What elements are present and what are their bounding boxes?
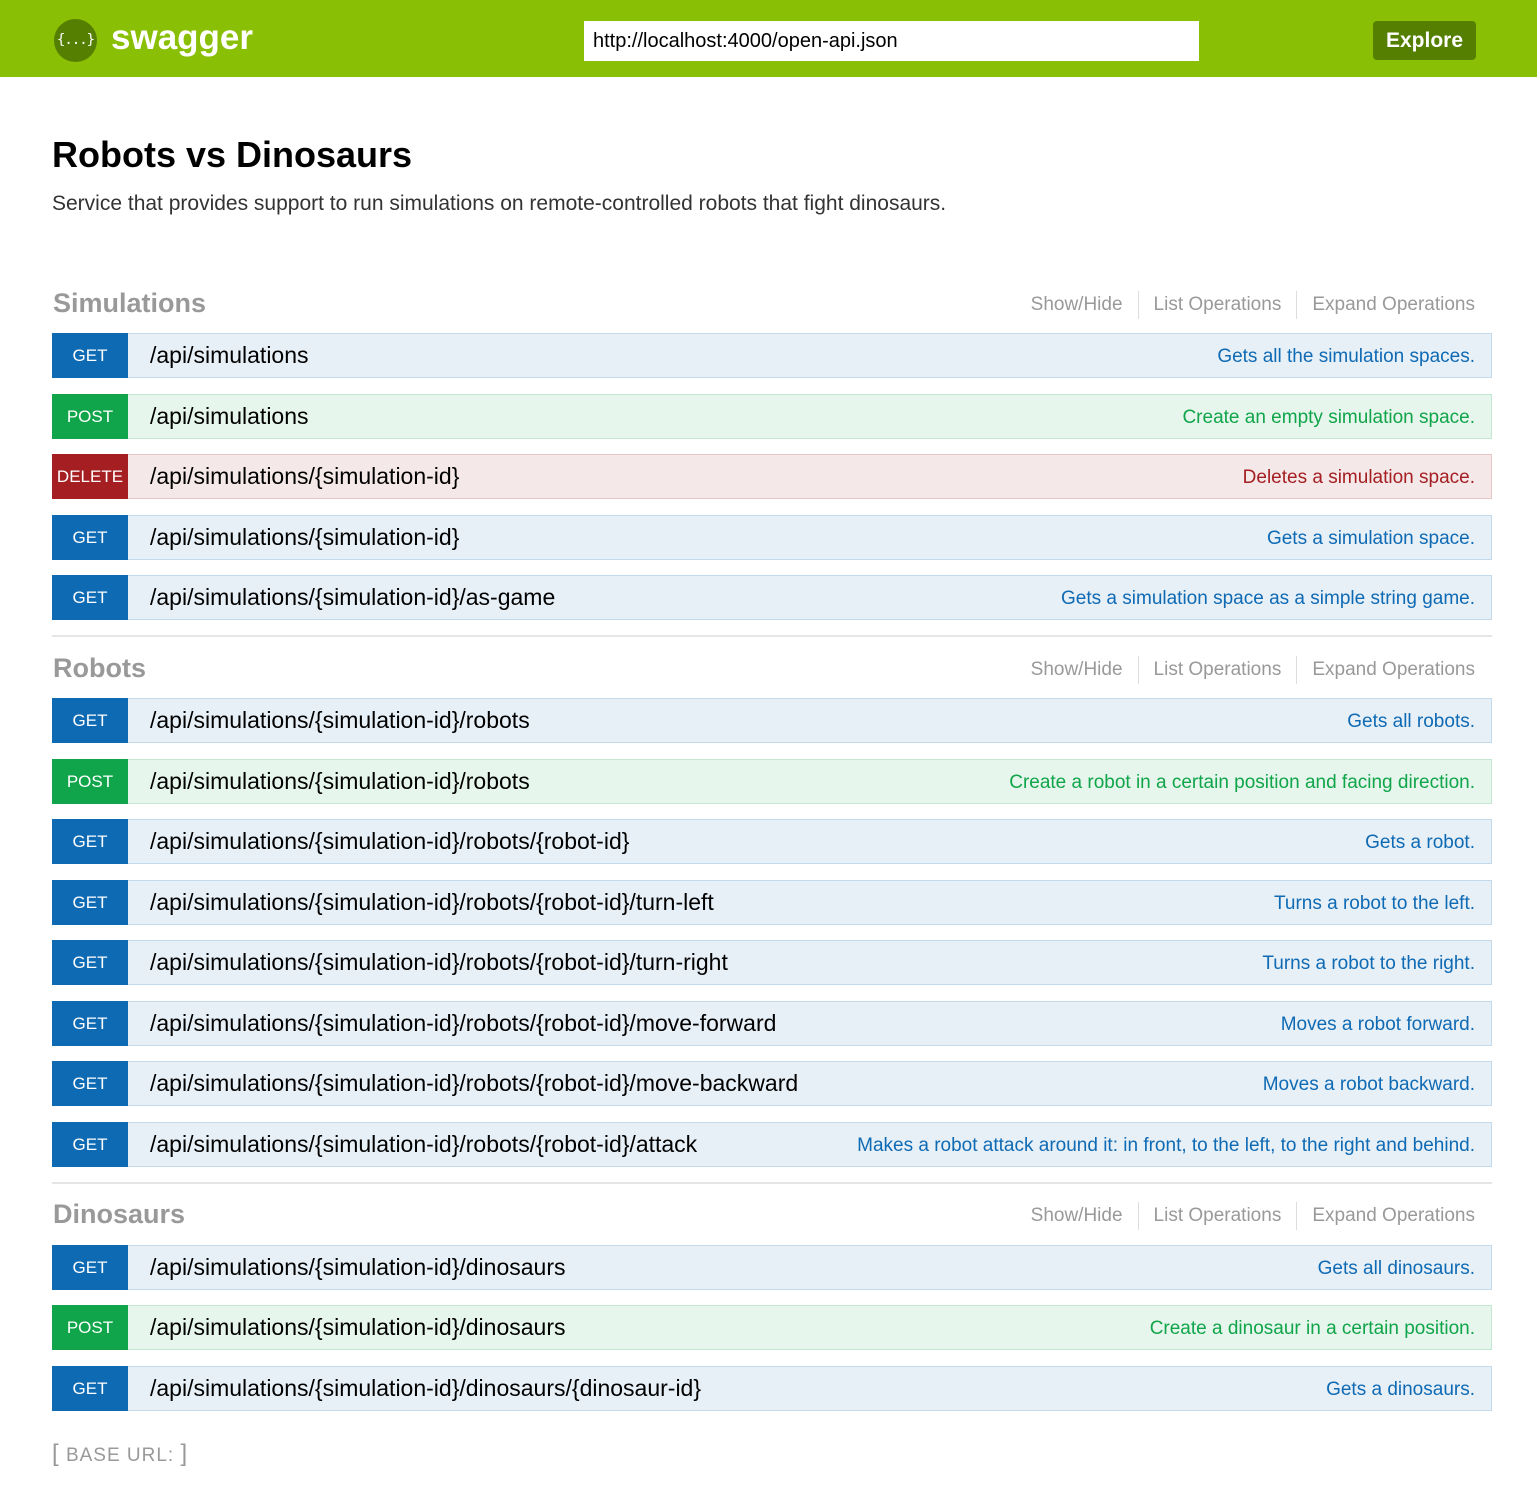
operation-summary[interactable]: Gets a simulation space as a simple stri…: [1061, 576, 1475, 621]
link-divider: [1137, 1202, 1139, 1230]
operation-row[interactable]: DELETE /api/simulations/{simulation-id} …: [52, 454, 1492, 499]
show-hide-link[interactable]: Show/Hide: [1031, 656, 1123, 684]
method-badge[interactable]: GET: [52, 1061, 128, 1106]
expand-operations-link[interactable]: Expand Operations: [1312, 1202, 1475, 1230]
operation-path[interactable]: /api/simulations/{simulation-id}/as-game: [150, 576, 555, 618]
method-badge[interactable]: GET: [52, 1001, 128, 1046]
expand-operations-link[interactable]: Expand Operations: [1312, 291, 1475, 319]
operation-row[interactable]: GET /api/simulations/{simulation-id} Get…: [52, 515, 1492, 560]
operation-path[interactable]: /api/simulations/{simulation-id}/robots/…: [150, 1123, 697, 1165]
operation-row[interactable]: POST /api/simulations Create an empty si…: [52, 394, 1492, 439]
link-divider: [1296, 291, 1298, 319]
resource-links: Show/Hide List Operations Expand Operati…: [1031, 656, 1475, 684]
operation-path[interactable]: /api/simulations: [150, 334, 309, 376]
api-url-input[interactable]: [584, 21, 1199, 61]
operation-path[interactable]: /api/simulations/{simulation-id}: [150, 455, 459, 497]
operation-summary[interactable]: Gets a simulation space.: [1267, 516, 1475, 561]
resource-links: Show/Hide List Operations Expand Operati…: [1031, 1202, 1475, 1230]
operation-summary[interactable]: Gets a dinosaurs.: [1326, 1367, 1475, 1412]
show-hide-link[interactable]: Show/Hide: [1031, 1202, 1123, 1230]
link-divider: [1296, 1202, 1298, 1230]
expand-operations-link[interactable]: Expand Operations: [1312, 656, 1475, 684]
open-bracket: [: [52, 1440, 60, 1467]
resource-divider: [52, 635, 1492, 637]
base-url-label: BASE URL:: [65, 1445, 175, 1466]
operation-summary[interactable]: Create an empty simulation space.: [1182, 395, 1475, 440]
operation-row[interactable]: GET /api/simulations/{simulation-id}/rob…: [52, 940, 1492, 985]
api-description: Service that provides support to run sim…: [52, 192, 947, 215]
link-divider: [1137, 291, 1139, 319]
operation-summary[interactable]: Gets all dinosaurs.: [1318, 1246, 1475, 1291]
method-badge[interactable]: DELETE: [52, 454, 128, 499]
method-badge[interactable]: GET: [52, 698, 128, 743]
operation-summary[interactable]: Create a dinosaur in a certain position.: [1150, 1306, 1475, 1351]
operation-row[interactable]: GET /api/simulations/{simulation-id}/rob…: [52, 819, 1492, 864]
operation-path[interactable]: /api/simulations/{simulation-id}/dinosau…: [150, 1367, 701, 1409]
method-badge[interactable]: GET: [52, 940, 128, 985]
operation-row[interactable]: GET /api/simulations Gets all the simula…: [52, 333, 1492, 378]
list-operations-link[interactable]: List Operations: [1154, 291, 1282, 319]
operation-row[interactable]: GET /api/simulations/{simulation-id}/rob…: [52, 1061, 1492, 1106]
top-bar: {...} swagger Explore: [0, 0, 1537, 77]
show-hide-link[interactable]: Show/Hide: [1031, 291, 1123, 319]
list-operations-link[interactable]: List Operations: [1154, 1202, 1282, 1230]
operation-row[interactable]: GET /api/simulations/{simulation-id}/rob…: [52, 880, 1492, 925]
operation-summary[interactable]: Moves a robot backward.: [1263, 1062, 1475, 1107]
resource-name[interactable]: Robots: [53, 650, 146, 686]
method-badge[interactable]: POST: [52, 394, 128, 439]
operation-path[interactable]: /api/simulations/{simulation-id}/robots/…: [150, 1002, 776, 1044]
operation-path[interactable]: /api/simulations/{simulation-id}/robots: [150, 699, 530, 741]
operation-path[interactable]: /api/simulations/{simulation-id}/robots/…: [150, 881, 714, 923]
swagger-logo-icon: {...}: [54, 19, 97, 62]
list-operations-link[interactable]: List Operations: [1154, 656, 1282, 684]
method-badge[interactable]: POST: [52, 1305, 128, 1350]
operation-path[interactable]: /api/simulations: [150, 395, 309, 437]
method-badge[interactable]: POST: [52, 759, 128, 804]
close-bracket: ]: [180, 1440, 189, 1467]
swagger-logo-text: swagger: [111, 18, 253, 57]
operation-summary[interactable]: Makes a robot attack around it: in front…: [857, 1123, 1475, 1168]
method-badge[interactable]: GET: [52, 880, 128, 925]
link-divider: [1296, 656, 1298, 684]
method-badge[interactable]: GET: [52, 1245, 128, 1290]
operation-summary[interactable]: Gets all robots.: [1347, 699, 1475, 744]
operation-row[interactable]: GET /api/simulations/{simulation-id}/din…: [52, 1366, 1492, 1411]
operation-row[interactable]: POST /api/simulations/{simulation-id}/ro…: [52, 759, 1492, 804]
resource-name[interactable]: Dinosaurs: [53, 1196, 185, 1232]
operation-row[interactable]: GET /api/simulations/{simulation-id}/rob…: [52, 1122, 1492, 1167]
explore-button[interactable]: Explore: [1373, 21, 1476, 60]
method-badge[interactable]: GET: [52, 1122, 128, 1167]
operation-row[interactable]: POST /api/simulations/{simulation-id}/di…: [52, 1305, 1492, 1350]
operation-path[interactable]: /api/simulations/{simulation-id}: [150, 516, 459, 558]
operation-summary[interactable]: Create a robot in a certain position and…: [1009, 760, 1475, 805]
operation-path[interactable]: /api/simulations/{simulation-id}/robots/…: [150, 941, 728, 983]
operation-row[interactable]: GET /api/simulations/{simulation-id}/as-…: [52, 575, 1492, 620]
method-badge[interactable]: GET: [52, 819, 128, 864]
operation-summary[interactable]: Turns a robot to the right.: [1262, 941, 1475, 986]
operation-path[interactable]: /api/simulations/{simulation-id}/robots/…: [150, 1062, 798, 1104]
link-divider: [1137, 656, 1139, 684]
api-title: Robots vs Dinosaurs: [52, 134, 413, 175]
resource-links: Show/Hide List Operations Expand Operati…: [1031, 291, 1475, 319]
operation-path[interactable]: /api/simulations/{simulation-id}/dinosau…: [150, 1306, 566, 1348]
operation-row[interactable]: GET /api/simulations/{simulation-id}/din…: [52, 1245, 1492, 1290]
operation-row[interactable]: GET /api/simulations/{simulation-id}/rob…: [52, 698, 1492, 743]
operation-summary[interactable]: Deletes a simulation space.: [1243, 455, 1475, 500]
operation-summary[interactable]: Gets all the simulation spaces.: [1217, 334, 1475, 379]
base-url-footer: [ BASE URL: ]: [52, 1440, 188, 1470]
resource-name[interactable]: Simulations: [53, 285, 206, 321]
method-badge[interactable]: GET: [52, 575, 128, 620]
operation-row[interactable]: GET /api/simulations/{simulation-id}/rob…: [52, 1001, 1492, 1046]
method-badge[interactable]: GET: [52, 515, 128, 560]
resource-divider: [52, 1182, 1492, 1184]
operation-summary[interactable]: Gets a robot.: [1365, 820, 1475, 865]
operation-path[interactable]: /api/simulations/{simulation-id}/robots: [150, 760, 530, 802]
method-badge[interactable]: GET: [52, 1366, 128, 1411]
operation-path[interactable]: /api/simulations/{simulation-id}/dinosau…: [150, 1246, 566, 1288]
operation-summary[interactable]: Moves a robot forward.: [1281, 1002, 1475, 1047]
operation-summary[interactable]: Turns a robot to the left.: [1274, 881, 1475, 926]
method-badge[interactable]: GET: [52, 333, 128, 378]
operation-path[interactable]: /api/simulations/{simulation-id}/robots/…: [150, 820, 629, 862]
